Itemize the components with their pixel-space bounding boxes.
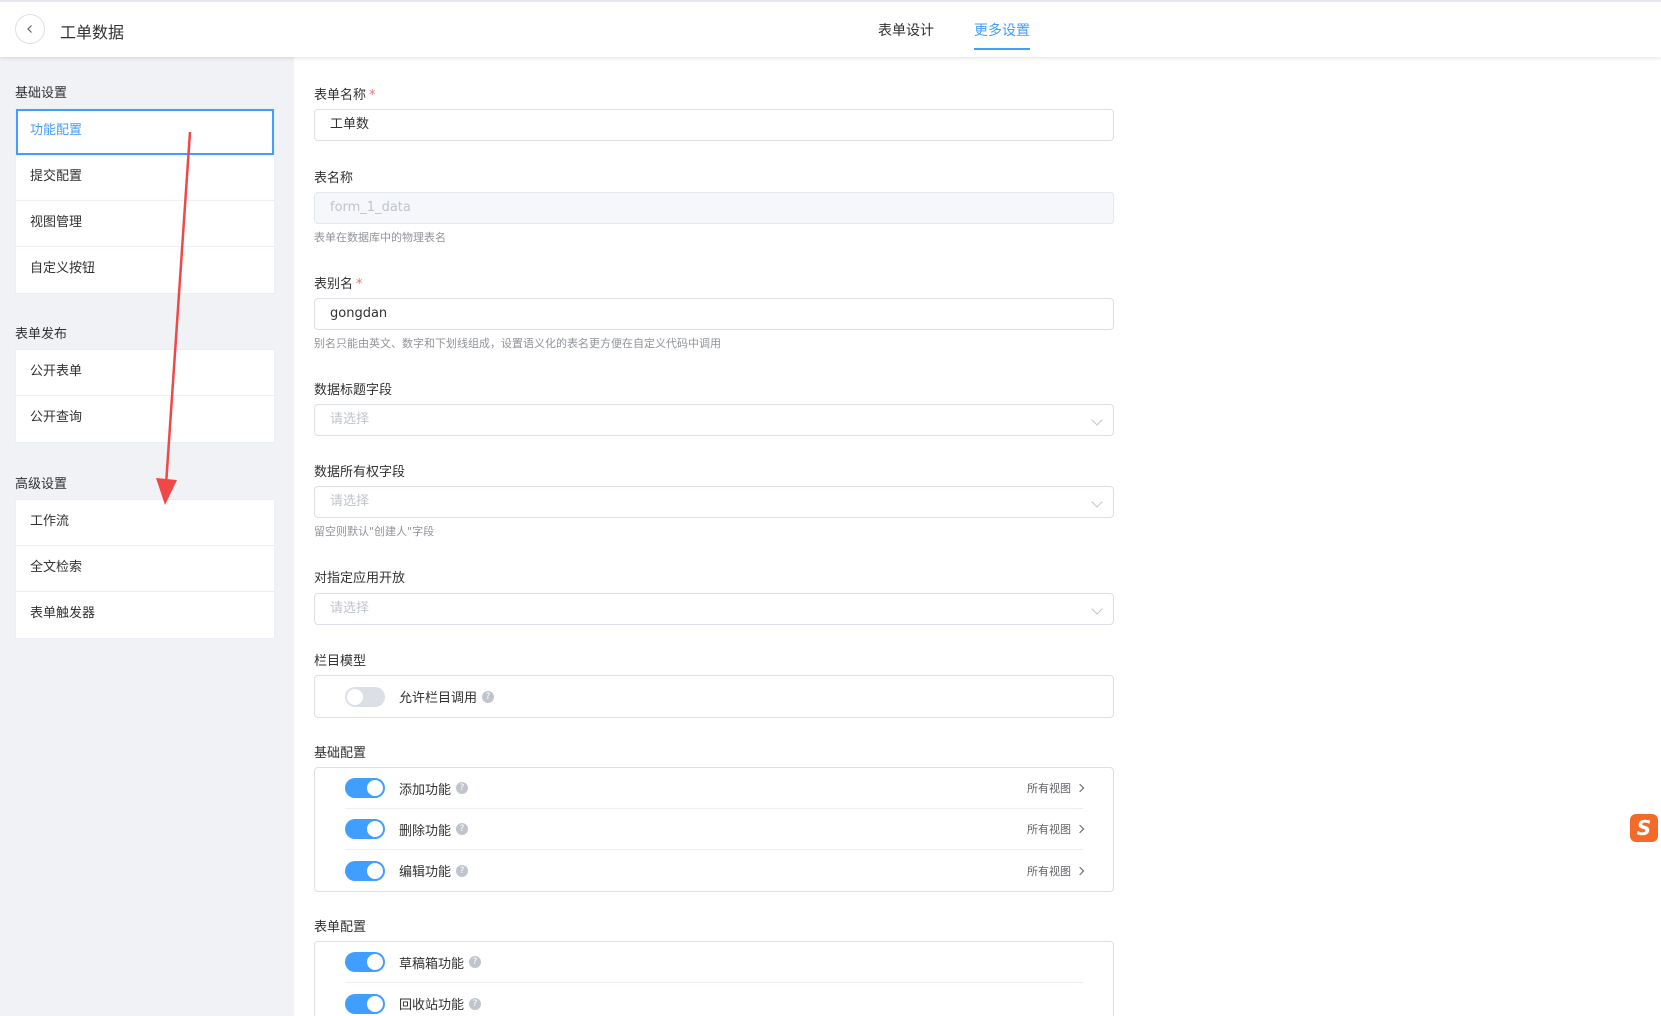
owner-field-placeholder: 请选择 <box>330 494 370 509</box>
question-circle-icon: ? <box>469 997 482 1010</box>
question-circle-icon: ? <box>456 823 469 835</box>
alias-label: 表别名 * <box>314 273 363 292</box>
allow-column-call-switch[interactable] <box>345 686 385 707</box>
form-name-label-text: 表单名称 <box>314 88 367 103</box>
question-circle-icon: ? <box>456 864 469 877</box>
chevron-right-icon <box>1075 783 1085 793</box>
table-name-label: 表名称 <box>314 171 354 186</box>
sidebar-item-view-manage[interactable]: 视图管理 <box>16 201 274 247</box>
owner-field-select[interactable]: 请选择 <box>314 486 1114 518</box>
all-views-link[interactable]: 所有视图 <box>1027 821 1085 837</box>
owner-field-hint: 留空则默认"创建人"字段 <box>314 525 435 538</box>
open-apps-placeholder: 请选择 <box>330 601 370 616</box>
all-views-link[interactable]: 所有视图 <box>1027 863 1085 879</box>
group-title-basic: 基础设置 <box>15 86 68 101</box>
add-function-switch[interactable] <box>345 778 385 798</box>
delete-function-switch[interactable] <box>345 819 385 839</box>
question-circle-icon: ? <box>456 782 469 794</box>
column-model-panel: 允许栏目调用 ? <box>314 675 1114 718</box>
switch-row: 添加功能 ? 所有视图 <box>345 768 1085 809</box>
edit-function-switch[interactable] <box>345 860 385 881</box>
sidebar-item-function-config[interactable]: 功能配置 <box>16 109 274 155</box>
page-title: 工单数据 <box>60 23 125 42</box>
group-title-advanced: 高级设置 <box>15 477 68 492</box>
chevron-left-icon <box>27 25 32 33</box>
switch-label: 编辑功能 <box>399 865 452 880</box>
switch-label: 草稿箱功能 <box>399 956 465 972</box>
basic-config-panel: 添加功能 ? 所有视图 删除功能 ? 所有视图 编辑功能 ? 所有视图 <box>314 767 1114 892</box>
group-title-publish: 表单发布 <box>15 327 68 342</box>
sogou-s-icon[interactable]: S <box>1630 814 1658 842</box>
owner-field-label: 数据所有权字段 <box>314 465 406 480</box>
switch-row: 回收站功能 ? <box>345 983 1083 1016</box>
header-tabs: 表单设计 更多设置 <box>878 20 1030 50</box>
open-apps-select[interactable]: 请选择 <box>314 593 1114 625</box>
tab-form-design[interactable]: 表单设计 <box>878 20 934 50</box>
link-text: 所有视图 <box>1027 864 1071 878</box>
open-apps-label: 对指定应用开放 <box>314 571 406 586</box>
alias-input[interactable]: gongdan <box>314 298 1114 330</box>
switch-row: 删除功能 ? 所有视图 <box>345 809 1085 850</box>
chevron-down-icon <box>1091 414 1103 426</box>
alias-hint: 别名只能由英文、数字和下划线组成，设置语义化的表名更方便在自定义代码中调用 <box>314 337 721 350</box>
switch-row: 草稿箱功能 ? <box>345 942 1083 983</box>
basic-config-label: 基础配置 <box>314 746 367 761</box>
all-views-link[interactable]: 所有视图 <box>1027 780 1085 796</box>
menu-advanced: 工作流 全文检索 表单触发器 <box>15 499 275 639</box>
form-name-label: 表单名称 * <box>314 84 376 103</box>
link-text: 所有视图 <box>1027 823 1071 836</box>
menu-publish: 公开表单 公开查询 <box>15 349 275 443</box>
question-circle-icon: ? <box>469 956 482 968</box>
sidebar-item-custom-buttons[interactable]: 自定义按钮 <box>16 247 274 293</box>
sidebar-item-public-query[interactable]: 公开查询 <box>16 396 274 442</box>
chevron-right-icon <box>1075 824 1085 834</box>
sidebar: 基础设置 功能配置 提交配置 视图管理 自定义按钮 表单发布 公开表单 公开查询… <box>0 57 294 1016</box>
switch-label: 回收站功能 <box>399 998 465 1013</box>
chevron-down-icon <box>1091 603 1103 615</box>
title-field-select[interactable]: 请选择 <box>314 404 1114 436</box>
required-mark: * <box>369 88 376 103</box>
sidebar-item-fulltext-search[interactable]: 全文检索 <box>16 546 274 592</box>
main-form: 表单名称 * 工单数 表名称 form_1_data 表单在数据库中的物理表名 表… <box>294 57 1661 1016</box>
form-name-input[interactable]: 工单数 <box>314 109 1114 141</box>
menu-basic: 功能配置 提交配置 视图管理 自定义按钮 <box>15 108 275 294</box>
switch-row: 编辑功能 ? 所有视图 <box>345 850 1085 891</box>
recycle-bin-switch[interactable] <box>345 993 385 1014</box>
draft-box-switch[interactable] <box>345 952 385 972</box>
switch-label: 允许栏目调用 <box>399 691 478 706</box>
form-config-label: 表单配置 <box>314 920 367 935</box>
table-name-hint: 表单在数据库中的物理表名 <box>314 231 446 244</box>
sidebar-item-submit-config[interactable]: 提交配置 <box>16 155 274 201</box>
back-button[interactable] <box>15 14 45 44</box>
top-header: 工单数据 表单设计 更多设置 <box>0 0 1661 57</box>
switch-label: 添加功能 <box>399 782 452 798</box>
alias-label-text: 表别名 <box>314 277 354 292</box>
chevron-right-icon <box>1075 866 1085 875</box>
sidebar-item-workflow[interactable]: 工作流 <box>16 500 274 546</box>
title-field-placeholder: 请选择 <box>330 412 370 427</box>
column-model-label: 栏目模型 <box>314 654 367 669</box>
sidebar-item-public-form[interactable]: 公开表单 <box>16 350 274 396</box>
switch-row: 允许栏目调用 ? <box>345 676 1083 717</box>
link-text: 所有视图 <box>1027 782 1071 795</box>
form-config-panel: 草稿箱功能 ? 回收站功能 ? <box>314 941 1114 1016</box>
question-circle-icon: ? <box>482 690 495 703</box>
required-mark: * <box>356 277 363 292</box>
tab-more-settings[interactable]: 更多设置 <box>974 20 1030 50</box>
sidebar-item-form-trigger[interactable]: 表单触发器 <box>16 592 274 638</box>
title-field-label: 数据标题字段 <box>314 383 393 398</box>
chevron-down-icon <box>1091 496 1103 508</box>
table-name-input: form_1_data <box>314 192 1114 224</box>
switch-label: 删除功能 <box>399 823 452 839</box>
